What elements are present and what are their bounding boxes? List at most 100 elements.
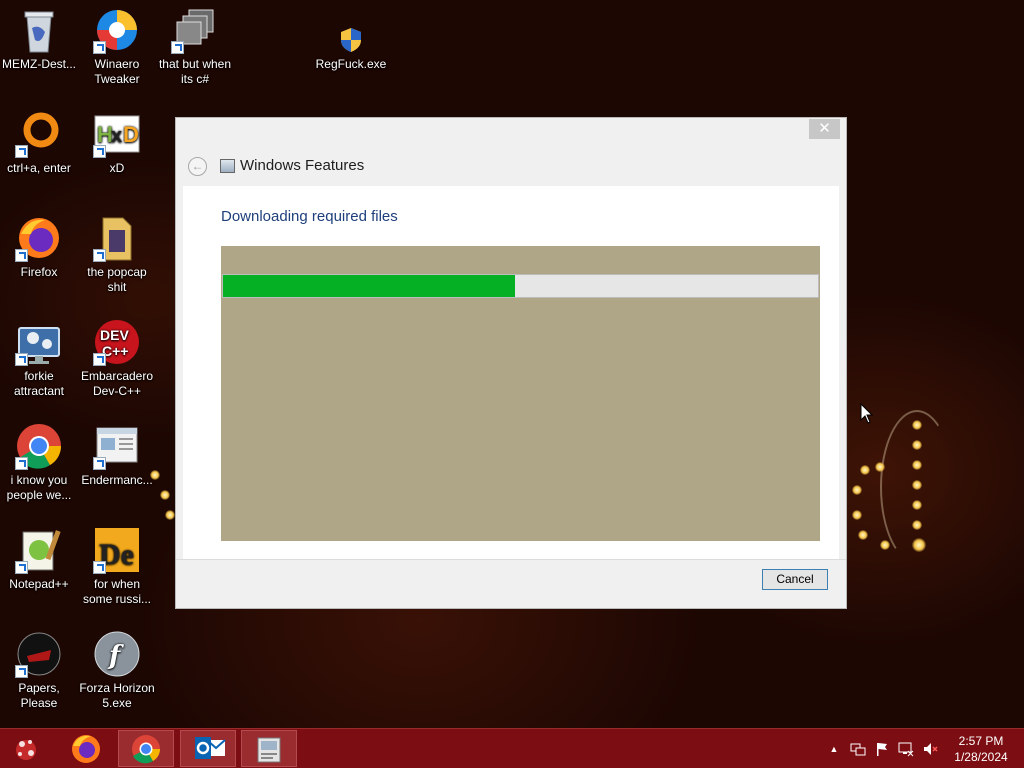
shortcut-arrow-icon — [15, 561, 28, 574]
desktop-icon[interactable]: Papers, Please — [0, 630, 78, 711]
shortcut-arrow-icon — [93, 41, 106, 54]
svg-text:x: x — [111, 125, 122, 147]
desktop-icon[interactable]: DEV C++ Embarcadero Dev-C++ — [78, 318, 156, 399]
icon-label: Forza Horizon 5.exe — [79, 681, 155, 710]
taskbar-outlook[interactable] — [180, 730, 236, 767]
action-center-flag-icon[interactable] — [874, 741, 890, 757]
shortcut-arrow-icon — [93, 561, 106, 574]
shortcut-arrow-icon — [93, 249, 106, 262]
icon-label: ctrl+a, enter — [7, 161, 71, 175]
devcpp-icon: DEV C++ — [93, 318, 141, 366]
icon-label: Firefox — [20, 265, 58, 279]
light-bulb — [858, 530, 868, 540]
close-button[interactable]: ✕ — [809, 119, 840, 139]
uac-shield-icon — [327, 6, 375, 54]
desktop-icon[interactable]: Winaero Tweaker — [78, 6, 156, 87]
desktop-icon[interactable]: Notepad++ — [0, 526, 78, 592]
light-bulb — [875, 462, 885, 472]
papers-please-icon — [15, 630, 63, 678]
desktop-icon[interactable]: forkie attractant — [0, 318, 78, 399]
show-hidden-icons-button[interactable]: ▲ — [826, 741, 842, 757]
icon-label: MEMZ-Dest... — [2, 57, 76, 71]
clock[interactable]: 2:57 PM 1/28/2024 — [950, 733, 1012, 765]
desktop-icon[interactable]: Firefox — [0, 214, 78, 280]
windows-features-icon — [220, 159, 235, 173]
light-bulb — [852, 485, 862, 495]
light-bulb — [912, 538, 926, 552]
icon-label: Notepad++ — [9, 577, 69, 591]
icon-label: RegFuck.exe — [315, 57, 387, 71]
shortcut-arrow-icon — [15, 665, 28, 678]
icon-label: Endermanc... — [81, 473, 153, 487]
light-bulb — [912, 480, 922, 490]
outlook-icon — [195, 737, 226, 759]
cancel-button[interactable]: Cancel — [762, 569, 828, 590]
desktop-icon[interactable]: that but when its c# — [156, 6, 234, 87]
orange-ring-icon — [15, 110, 63, 158]
progress-fill — [223, 275, 515, 297]
taskbar-windows-features[interactable] — [241, 730, 297, 767]
taskbar: ▲ 2:57 PM 1/28/2024 — [0, 728, 1024, 768]
chrome-icon — [132, 735, 160, 764]
monitor-gears-icon — [15, 318, 63, 366]
desktop-icon[interactable]: Endermanc... — [78, 422, 156, 488]
svg-text:DEV: DEV — [100, 327, 129, 343]
icon-label: xD — [109, 161, 125, 175]
chrome-icon — [15, 422, 63, 470]
start-icon — [16, 740, 36, 760]
shortcut-arrow-icon — [15, 353, 28, 366]
windows-features-dialog: ✕ ← Windows Features Downloading require… — [175, 117, 847, 609]
light-bulb — [912, 440, 922, 450]
flash-icon: f — [93, 630, 141, 678]
desktop-icon[interactable]: the popcap shit — [78, 214, 156, 295]
back-button[interactable]: ← — [188, 157, 207, 176]
light-bulb — [912, 520, 922, 530]
volume-muted-icon[interactable] — [922, 741, 938, 757]
de-icon: De — [93, 526, 141, 574]
desktop-icon[interactable]: HxD xD — [78, 110, 156, 176]
icon-label: Winaero Tweaker — [94, 57, 140, 86]
network-icon[interactable] — [898, 741, 914, 757]
icon-label: the popcap shit — [87, 265, 147, 294]
shortcut-arrow-icon — [15, 145, 28, 158]
shortcut-arrow-icon — [171, 41, 184, 54]
network-adapter-icon[interactable] — [850, 741, 866, 757]
shortcut-arrow-icon — [15, 249, 28, 262]
shortcut-arrow-icon — [93, 353, 106, 366]
light-bulb — [852, 510, 862, 520]
light-bulb — [880, 540, 890, 550]
icon-label: Papers, Please — [18, 681, 60, 710]
clock-date: 1/28/2024 — [954, 750, 1008, 764]
progress-bar — [222, 274, 819, 298]
progress-area — [221, 246, 820, 541]
desktop-icon[interactable]: MEMZ-Dest... — [0, 6, 78, 72]
firefox-icon — [15, 214, 63, 262]
light-bulb — [165, 510, 175, 520]
icon-label: i know you people we... — [6, 473, 72, 502]
taskbar-chrome[interactable] — [118, 730, 174, 767]
windows-stack-icon — [171, 6, 219, 54]
desktop-icon[interactable]: ctrl+a, enter — [0, 110, 78, 176]
document-window-icon — [93, 422, 141, 470]
light-bulb — [860, 465, 870, 475]
recycle-bin-icon — [15, 6, 63, 54]
icon-label: for when some russi... — [82, 577, 151, 606]
shortcut-arrow-icon — [15, 457, 28, 470]
desktop-icon[interactable]: f Forza Horizon 5.exe — [78, 630, 156, 711]
desktop-icon[interactable]: RegFuck.exe — [312, 6, 390, 72]
footer-divider — [176, 559, 846, 560]
mouse-cursor-icon — [860, 403, 874, 424]
desktop-icon[interactable]: i know you people we... — [0, 422, 78, 503]
taskbar-firefox[interactable] — [58, 730, 114, 767]
light-bulb — [912, 460, 922, 470]
winaero-icon — [93, 6, 141, 54]
light-bulb — [912, 500, 922, 510]
dialog-content: Downloading required files — [183, 186, 839, 559]
desktop-icon[interactable]: De for when some russi... — [78, 526, 156, 607]
light-bulb — [160, 490, 170, 500]
icon-label: that but when its c# — [158, 57, 232, 86]
windows-features-icon — [257, 737, 281, 763]
shortcut-arrow-icon — [93, 457, 106, 470]
start-button[interactable] — [0, 730, 56, 767]
shortcut-arrow-icon — [93, 145, 106, 158]
